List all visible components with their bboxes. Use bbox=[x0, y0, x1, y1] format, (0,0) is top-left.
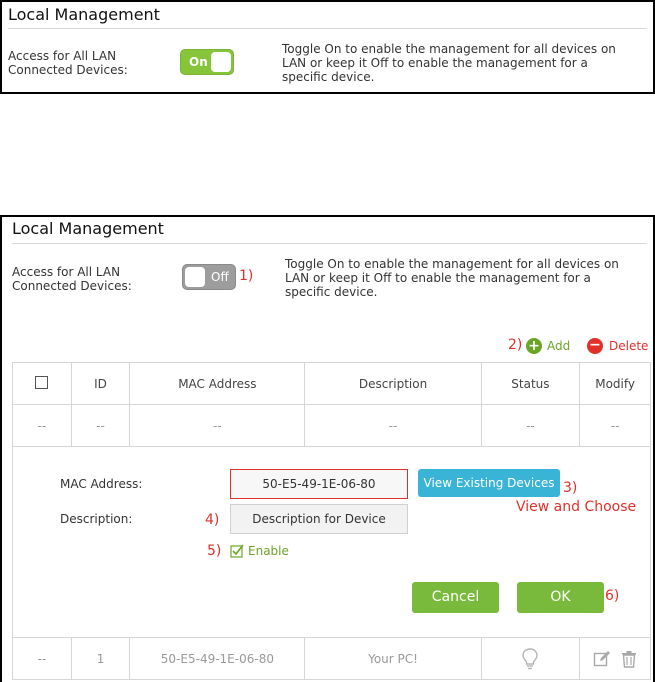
enable-checkbox-row[interactable]: Enable bbox=[230, 544, 289, 558]
trash-icon[interactable] bbox=[621, 650, 637, 668]
access-toggle-off[interactable]: Off bbox=[182, 264, 236, 290]
toggle-label: Off bbox=[211, 270, 229, 284]
table-cell: -- bbox=[480, 404, 581, 447]
checked-checkbox-icon[interactable] bbox=[230, 544, 244, 558]
header-status: Status bbox=[480, 362, 581, 405]
access-help-text: Toggle On to enable the management for a… bbox=[285, 257, 619, 299]
description-label: Description: bbox=[60, 512, 133, 526]
mac-address-input[interactable]: 50-E5-49-1E-06-80 bbox=[230, 469, 408, 499]
view-and-choose-note: View and Choose bbox=[516, 499, 637, 515]
table-cell: -- bbox=[12, 637, 72, 680]
table-row[interactable]: -- 1 50-E5-49-1E-06-80 Your PC! bbox=[12, 637, 651, 680]
access-label: Access for All LAN Connected Devices: bbox=[8, 49, 128, 77]
access-label: Access for All LAN Connected Devices: bbox=[12, 265, 132, 293]
enable-label: Enable bbox=[248, 544, 289, 558]
table-cell: -- bbox=[12, 404, 72, 447]
panel-title: Local Management bbox=[8, 5, 160, 24]
table-cell-id: 1 bbox=[70, 637, 131, 680]
title-divider bbox=[8, 28, 647, 29]
header-select-all bbox=[12, 362, 72, 405]
table-cell: -- bbox=[70, 404, 131, 447]
annotation-5: 5) bbox=[207, 543, 222, 559]
delete-label: Delete bbox=[609, 339, 649, 353]
title-divider bbox=[12, 243, 647, 244]
table-cell: -- bbox=[129, 404, 306, 447]
local-management-panel-top: Local Management Access for All LAN Conn… bbox=[0, 0, 655, 94]
table-cell: -- bbox=[579, 404, 651, 447]
table-header-row: ID MAC Address Description Status Modify bbox=[12, 362, 651, 405]
annotation-4: 4) bbox=[205, 512, 220, 528]
lightbulb-icon[interactable] bbox=[522, 647, 539, 670]
annotation-6: 6) bbox=[605, 588, 620, 604]
access-toggle-on[interactable]: On bbox=[180, 49, 234, 75]
table-cell-mac: 50-E5-49-1E-06-80 bbox=[129, 637, 306, 680]
add-button[interactable]: + Add bbox=[526, 337, 570, 355]
description-input[interactable]: Description for Device bbox=[230, 504, 408, 534]
annotation-1: 1) bbox=[239, 268, 254, 284]
panel-title: Local Management bbox=[12, 219, 164, 238]
access-help-text: Toggle On to enable the management for a… bbox=[282, 42, 616, 84]
annotation-3: 3) bbox=[563, 480, 578, 496]
minus-circle-icon: − bbox=[587, 338, 603, 354]
add-label: Add bbox=[547, 339, 571, 353]
header-id: ID bbox=[70, 362, 131, 405]
plus-circle-icon: + bbox=[526, 338, 542, 354]
view-existing-devices-button[interactable]: View Existing Devices bbox=[418, 469, 560, 497]
header-modify: Modify bbox=[579, 362, 651, 405]
table-cell: -- bbox=[304, 404, 482, 447]
toggle-label: On bbox=[189, 55, 208, 69]
table-row-editing: -- -- -- -- -- -- bbox=[12, 404, 651, 447]
ok-button[interactable]: OK bbox=[517, 582, 604, 613]
annotation-2: 2) bbox=[508, 337, 523, 353]
mac-address-label: MAC Address: bbox=[60, 477, 143, 491]
cancel-button[interactable]: Cancel bbox=[412, 582, 499, 613]
toggle-knob bbox=[185, 267, 205, 287]
table-cell-status bbox=[480, 637, 581, 680]
toggle-knob bbox=[211, 52, 231, 72]
header-description: Description bbox=[304, 362, 482, 405]
edit-icon[interactable] bbox=[593, 650, 611, 668]
select-all-checkbox[interactable] bbox=[35, 375, 49, 389]
table-cell-modify bbox=[579, 637, 651, 680]
delete-button[interactable]: − Delete bbox=[587, 337, 648, 355]
header-mac-address: MAC Address bbox=[129, 362, 306, 405]
local-management-panel-bottom: Local Management Access for All LAN Conn… bbox=[0, 215, 655, 682]
table-cell-description: Your PC! bbox=[304, 637, 482, 680]
